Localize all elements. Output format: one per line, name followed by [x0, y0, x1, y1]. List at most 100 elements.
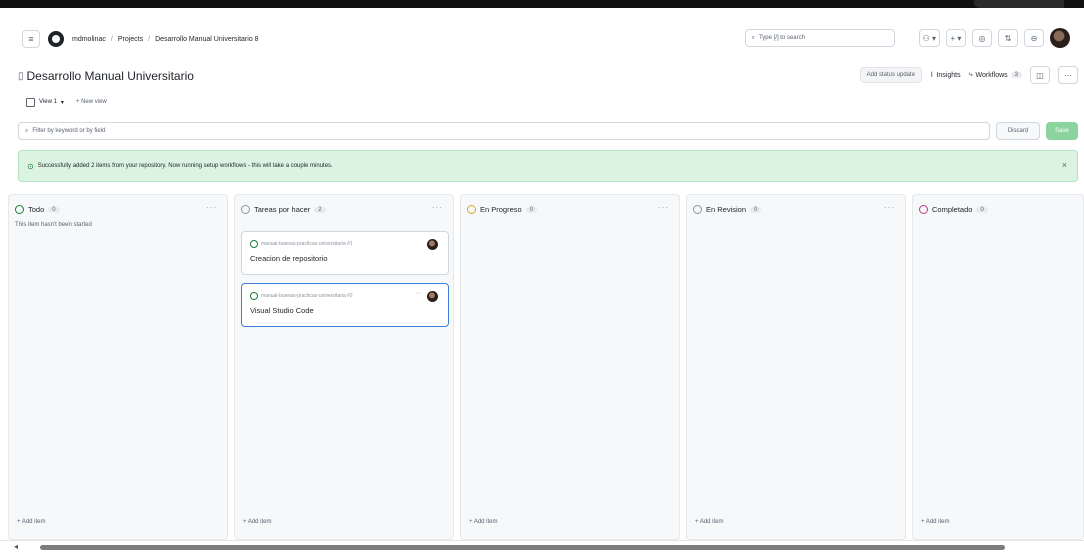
- column-count: 0: [750, 206, 762, 213]
- filter-icon: ⌕: [25, 127, 29, 134]
- add-item-button[interactable]: + Add item: [243, 519, 272, 525]
- status-circle-icon: [241, 205, 250, 214]
- workflows-button[interactable]: ⤷ Workflows 3: [969, 71, 1022, 79]
- column-en-revision: En Revision 0 ··· + Add item: [686, 194, 906, 540]
- new-view-button[interactable]: + New view: [76, 99, 107, 105]
- column-count: 2: [314, 206, 326, 213]
- breadcrumb: mdmolinac / Projects / Desarrollo Manual…: [72, 36, 259, 43]
- workflow-icon: ⤷: [968, 71, 973, 78]
- page-title: Desarrollo Manual Universitario: [26, 69, 194, 83]
- board: Todo 0 ··· This item hasn't been started…: [8, 194, 1084, 540]
- column-tareas-por-hacer: Tareas por hacer 2 ··· manual-buenas-pra…: [234, 194, 454, 540]
- scrollbar-thumb[interactable]: [40, 545, 1005, 550]
- column-title: Todo: [28, 205, 45, 214]
- status-circle-icon: [693, 205, 702, 214]
- sidebar-icon: ◫: [1036, 70, 1044, 80]
- issue-card[interactable]: manual-buenas-practicas-universitaria #2…: [241, 283, 449, 327]
- horizontal-scrollbar[interactable]: ◂: [0, 540, 1084, 552]
- column-title: En Progreso: [480, 205, 522, 214]
- github-logo-icon[interactable]: [48, 31, 64, 47]
- card-menu-icon[interactable]: ···: [415, 290, 422, 297]
- column-en-progreso: En Progreso 0 ··· + Add item: [460, 194, 680, 540]
- breadcrumb-projects[interactable]: Projects: [118, 36, 143, 43]
- column-title: Completado: [932, 205, 973, 214]
- add-item-button[interactable]: + Add item: [921, 519, 950, 525]
- column-menu-icon[interactable]: ···: [206, 203, 217, 212]
- project-table-icon: ▯: [18, 70, 24, 82]
- copilot-button[interactable]: ⚇ ▾: [918, 29, 940, 47]
- scroll-left-icon[interactable]: ◂: [14, 542, 18, 551]
- kebab-icon: ⋯: [1064, 70, 1072, 80]
- filter-placeholder: Filter by keyword or by field: [32, 128, 106, 134]
- inbox-icon: ⊖: [1030, 33, 1038, 43]
- column-description: This item hasn't been started: [15, 222, 92, 228]
- breadcrumb-separator: /: [110, 35, 113, 43]
- search-placeholder: Type [/] to search: [758, 35, 805, 41]
- header-actions: ⌕ Type [/] to search ⚇ ▾ + ▾ ◎ ⇅ ⊖: [744, 28, 1070, 48]
- issue-title[interactable]: Visual Studio Code: [250, 306, 314, 315]
- banner-message: Successfully added 2 items from your rep…: [37, 163, 333, 169]
- add-item-button[interactable]: + Add item: [17, 519, 46, 525]
- column-menu-icon[interactable]: ···: [658, 203, 669, 212]
- issue-reference: manual-buenas-practicas-universitaria #1: [250, 240, 353, 248]
- issue-ref-text: manual-buenas-practicas-universitaria #1: [261, 241, 353, 247]
- issue-card[interactable]: manual-buenas-practicas-universitaria #1…: [241, 231, 449, 275]
- views-tabs: View 1 ▾ + New view: [26, 94, 107, 110]
- discard-button[interactable]: Discard: [996, 122, 1040, 140]
- more-options-button[interactable]: ⋯: [1058, 66, 1078, 84]
- workflows-count: 3: [1010, 72, 1022, 78]
- add-item-button[interactable]: + Add item: [695, 519, 724, 525]
- tab-view-1[interactable]: View 1 ▾: [26, 98, 64, 107]
- column-header: En Progreso 0: [467, 205, 538, 214]
- breadcrumb-separator: /: [148, 35, 151, 43]
- column-count: 0: [976, 206, 988, 213]
- issue-reference: manual-buenas-practicas-universitaria #2: [250, 292, 353, 300]
- column-count: 0: [525, 206, 538, 213]
- pull-request-icon: ⇅: [1004, 33, 1012, 43]
- chevron-down-icon[interactable]: ▾: [61, 99, 64, 106]
- global-header: ≡ mdmolinac / Projects / Desarrollo Manu…: [8, 22, 1084, 56]
- pull-requests-button[interactable]: ⇅: [998, 29, 1018, 47]
- assignee-avatar[interactable]: [427, 291, 438, 302]
- workflows-label: Workflows: [975, 71, 1008, 79]
- close-icon[interactable]: ×: [1062, 160, 1067, 170]
- add-item-button[interactable]: + Add item: [469, 519, 498, 525]
- column-header: Tareas por hacer 2: [241, 205, 326, 214]
- column-menu-icon[interactable]: ···: [432, 203, 443, 212]
- check-circle-icon: ⊙: [27, 161, 34, 171]
- search-input[interactable]: ⌕ Type [/] to search: [744, 29, 895, 47]
- add-status-update-button[interactable]: Add status update: [859, 67, 923, 83]
- issue-ref-text: manual-buenas-practicas-universitaria #2: [261, 293, 353, 299]
- create-new-button[interactable]: + ▾: [946, 29, 966, 47]
- success-banner: ⊙ Successfully added 2 items from your r…: [18, 150, 1078, 182]
- search-icon: ⌕: [751, 34, 755, 41]
- sidebar-toggle-button[interactable]: ◫: [1030, 66, 1050, 84]
- column-title: Tareas por hacer: [254, 205, 311, 214]
- issues-button[interactable]: ◎: [972, 29, 992, 47]
- menu-icon[interactable]: ≡: [22, 30, 40, 48]
- view-1-label: View 1: [39, 99, 57, 105]
- status-circle-icon: [467, 205, 476, 214]
- column-title: En Revision: [706, 205, 747, 214]
- column-header: Todo 0: [15, 205, 60, 214]
- inbox-button[interactable]: ⊖: [1024, 29, 1044, 47]
- screen-top-bezel: [0, 0, 1084, 8]
- copilot-icon: ⚇ ▾: [922, 33, 936, 43]
- breadcrumb-owner[interactable]: mdmolinac: [72, 36, 106, 43]
- column-header: En Revision 0: [693, 205, 762, 214]
- status-circle-icon: [15, 205, 24, 214]
- save-button[interactable]: Save: [1046, 122, 1078, 140]
- graph-icon: ⌇: [930, 72, 934, 79]
- column-completado: Completado 0 + Add item: [912, 194, 1084, 540]
- insights-button[interactable]: ⌇ Insights: [930, 71, 961, 80]
- column-todo: Todo 0 ··· This item hasn't been started…: [8, 194, 228, 540]
- filter-input[interactable]: ⌕ Filter by keyword or by field: [18, 122, 990, 140]
- column-menu-icon[interactable]: ···: [884, 203, 895, 212]
- project-header: ▯ Desarrollo Manual Universitario Add st…: [18, 66, 1078, 86]
- issue-title[interactable]: Creacion de repositorio: [250, 254, 328, 263]
- status-circle-icon: [919, 205, 928, 214]
- user-avatar[interactable]: [1050, 28, 1070, 48]
- assignee-avatar[interactable]: [427, 239, 438, 250]
- breadcrumb-project[interactable]: Desarrollo Manual Universitario 8: [155, 36, 259, 43]
- new-view-label: New view: [81, 99, 107, 105]
